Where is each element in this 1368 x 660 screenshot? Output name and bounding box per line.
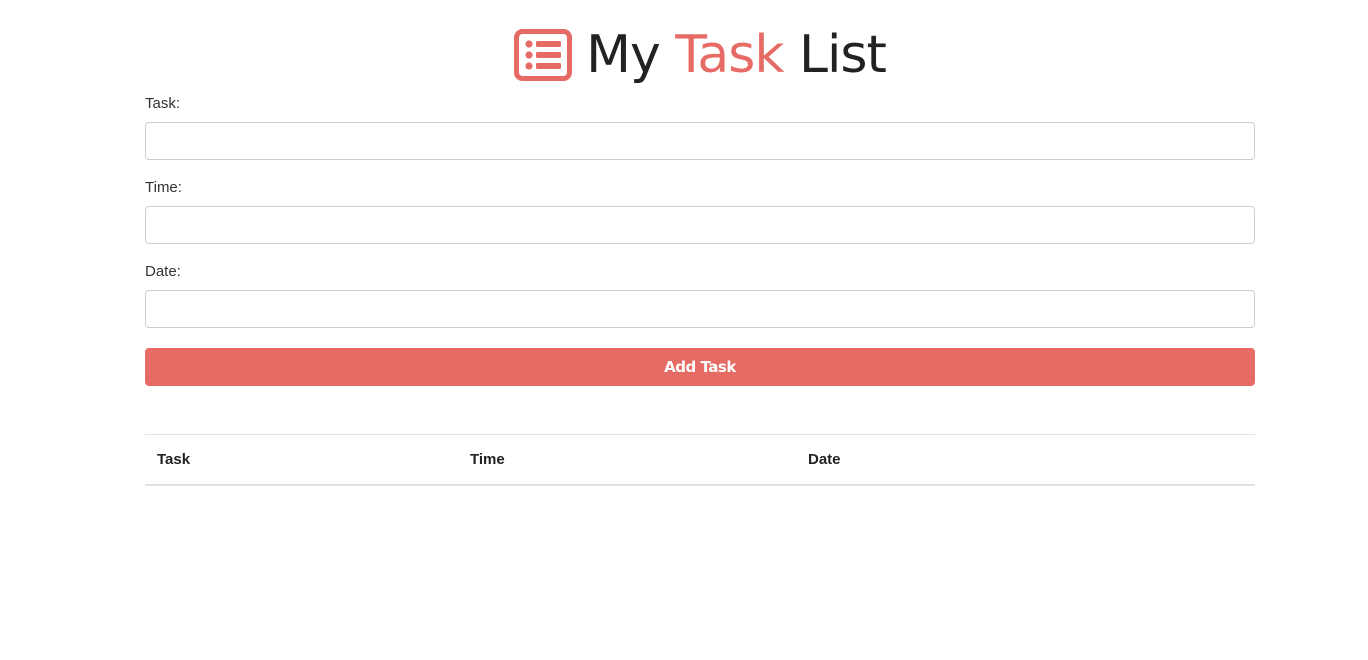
title-part-my: My (586, 25, 676, 85)
task-table: Task Time Date (145, 434, 1255, 486)
task-list-page: My Task List Task: Time: Date: Add Task … (0, 0, 1368, 660)
title-part-list: List (783, 25, 887, 85)
column-header-date: Date (796, 434, 1255, 486)
column-header-task: Task (145, 434, 458, 486)
task-label: Task: (145, 95, 181, 112)
add-task-button[interactable]: Add Task (145, 348, 1255, 386)
time-label: Time: (145, 179, 182, 196)
header: My Task List (0, 22, 1368, 88)
title-part-task: Task (675, 25, 784, 85)
title-wrap: My Task List (514, 25, 887, 85)
date-input[interactable] (145, 290, 1255, 328)
time-input[interactable] (145, 206, 1255, 244)
list-alt-icon (514, 29, 573, 81)
column-header-time: Time (458, 434, 796, 486)
add-task-form: Task: Time: Date: (145, 92, 1255, 346)
page-title: My Task List (586, 25, 887, 85)
table-header-row: Task Time Date (145, 434, 1255, 486)
task-input[interactable] (145, 122, 1255, 160)
date-label: Date: (145, 263, 181, 280)
task-table-head: Task Time Date (145, 434, 1255, 486)
